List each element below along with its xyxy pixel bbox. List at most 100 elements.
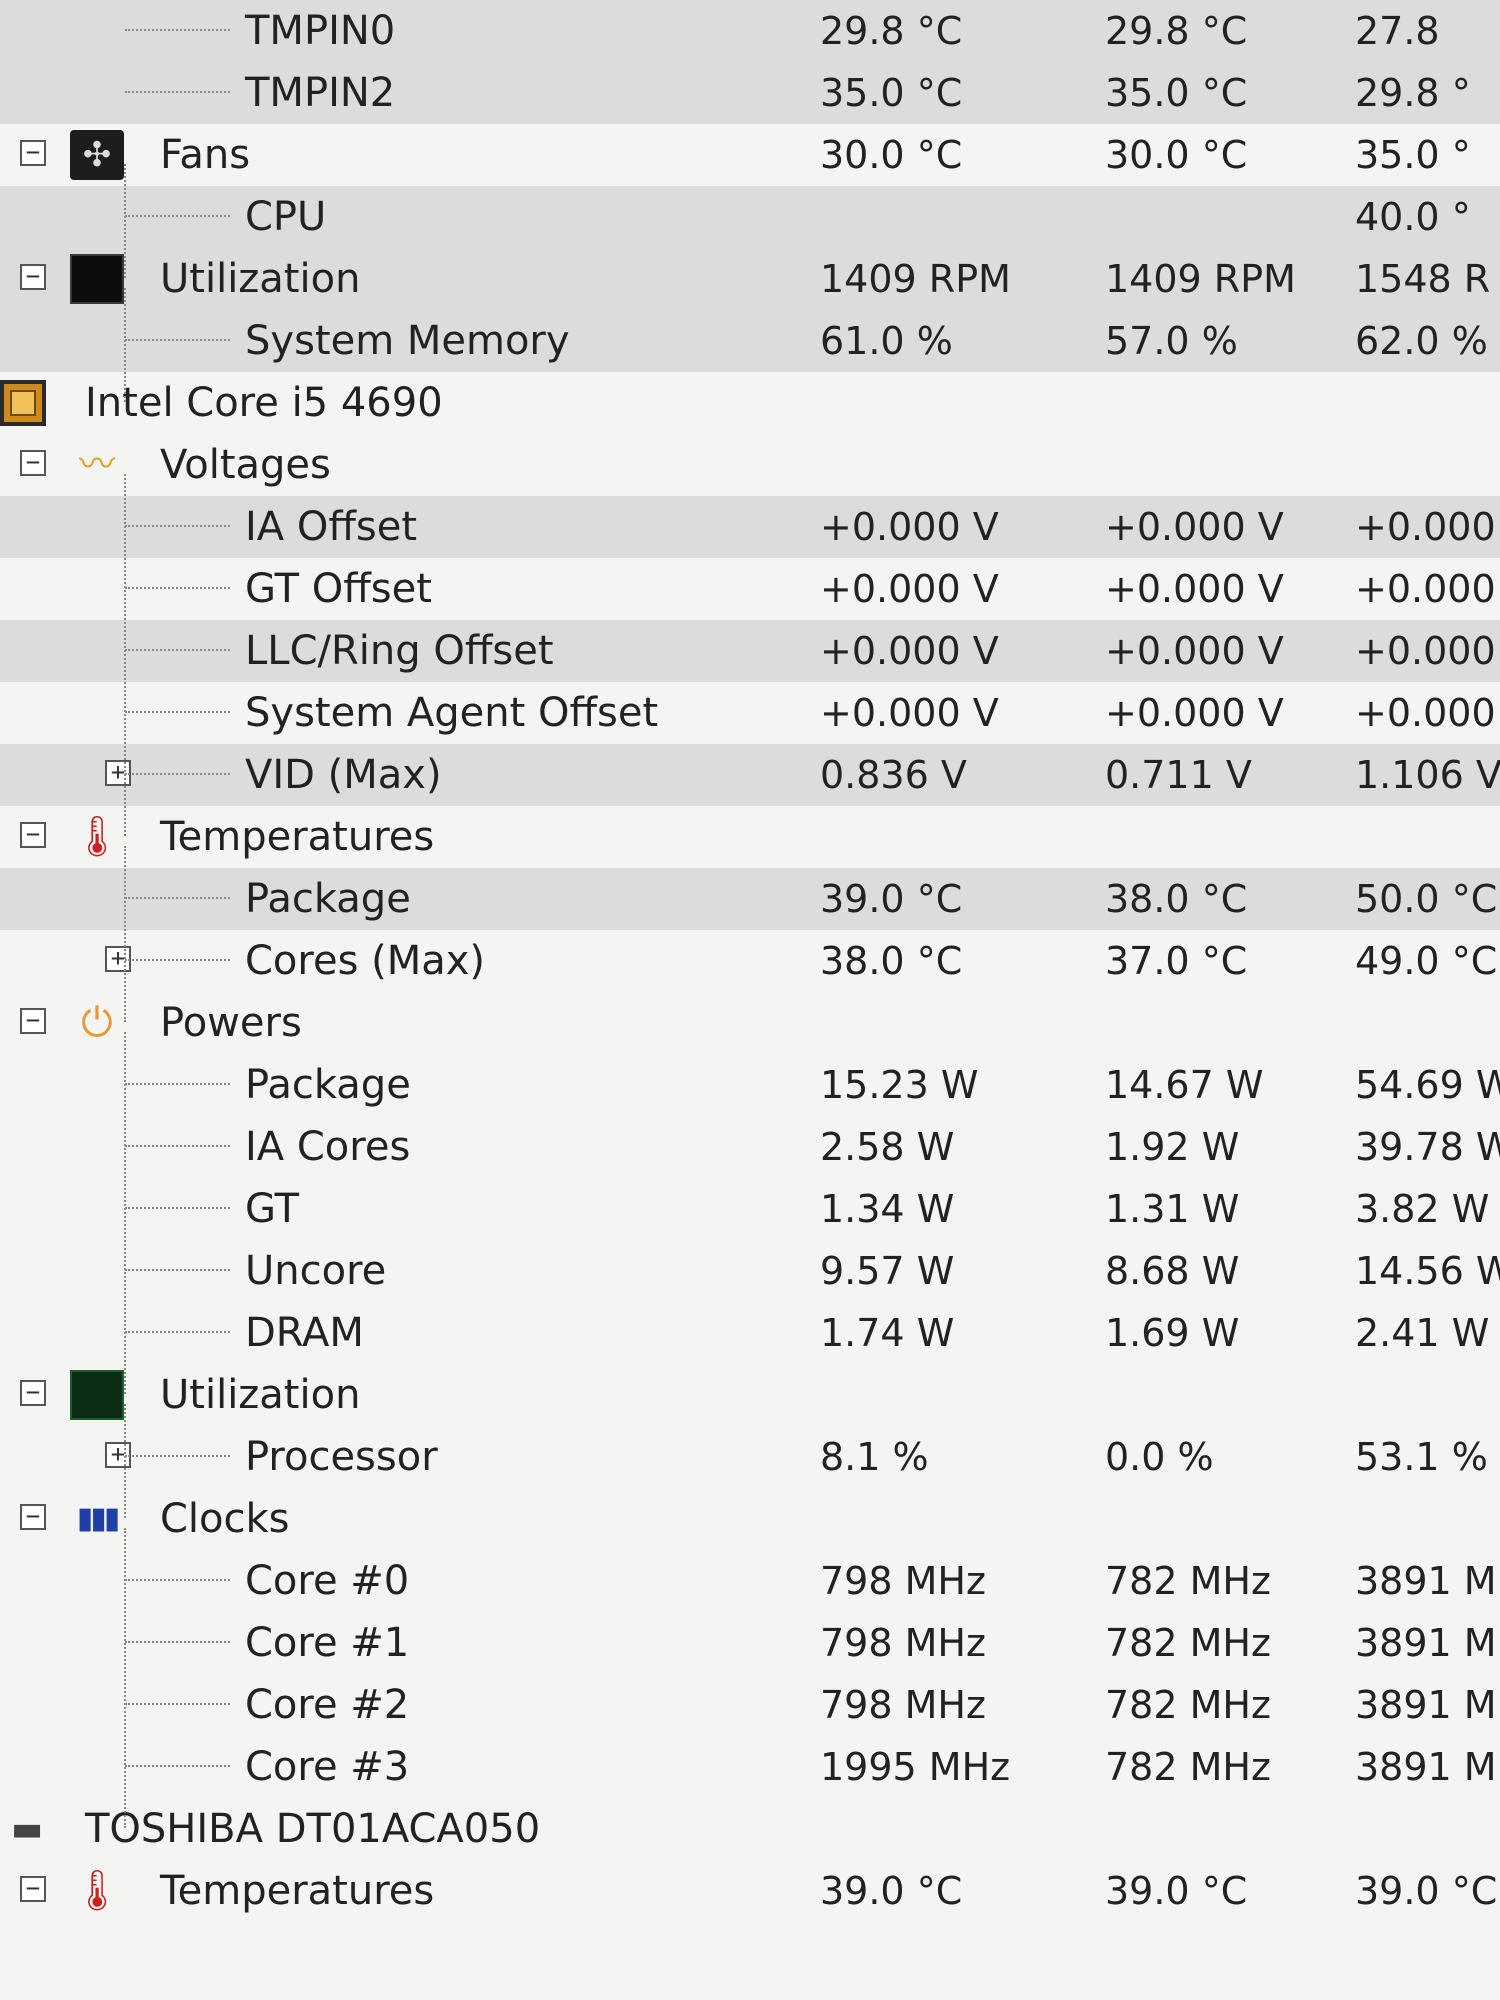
min-value: +0.000 V: [1105, 691, 1284, 735]
collapse-button[interactable]: −: [20, 1876, 46, 1902]
sensor-label: DRAM: [245, 1310, 364, 1356]
voltage-icon-glyph: 〰: [78, 444, 115, 485]
sensor-row[interactable]: IA Offset +0.000 V +0.000 V +0.000 V: [0, 496, 1500, 558]
sensor-row[interactable]: − Utilization: [0, 1364, 1500, 1426]
sensor-row[interactable]: GT 1.34 W 1.31 W 3.82 W: [0, 1178, 1500, 1240]
sensor-label: Cores (Max): [245, 938, 486, 984]
sensor-label: Uncore: [245, 1248, 387, 1294]
clock-icon: ▮▮▮: [70, 1494, 124, 1544]
sensor-label: Clocks: [160, 1496, 290, 1542]
sensor-row[interactable]: IA Cores 2.58 W 1.92 W 39.78 W: [0, 1116, 1500, 1178]
tree-connector: [125, 959, 230, 961]
sensor-label: Powers: [160, 1000, 302, 1046]
sensor-label: Package: [245, 1062, 411, 1108]
sensor-row[interactable]: + Cores (Max) 38.0 °C 37.0 °C 49.0 °C: [0, 930, 1500, 992]
sensor-label: Temperatures: [160, 814, 435, 860]
sensor-row[interactable]: Core #3 1995 MHz 782 MHz 3891 MHz: [0, 1736, 1500, 1798]
sensor-label: IA Cores: [245, 1124, 411, 1170]
min-value: 1.92 W: [1105, 1125, 1240, 1169]
collapse-button[interactable]: −: [20, 264, 46, 290]
current-value: 35.0 °C: [820, 71, 963, 115]
sensor-row[interactable]: − ▮▮▮ Clocks: [0, 1488, 1500, 1550]
sensor-row[interactable]: Core #2 798 MHz 782 MHz 3891 MHz: [0, 1674, 1500, 1736]
collapse-button[interactable]: −: [20, 1008, 46, 1034]
sensor-row[interactable]: Package 39.0 °C 38.0 °C 50.0 °C: [0, 868, 1500, 930]
sensor-label: System Agent Offset: [245, 690, 659, 736]
current-value: 798 MHz: [820, 1683, 986, 1727]
max-value: 3.82 W: [1355, 1187, 1490, 1231]
min-value: 0.711 V: [1105, 753, 1252, 797]
max-value: 54.69 W: [1355, 1063, 1500, 1107]
sensor-row[interactable]: TMPIN0 29.8 °C 29.8 °C 27.8: [0, 0, 1500, 62]
collapse-button[interactable]: −: [20, 140, 46, 166]
min-value: 1409 RPM: [1105, 257, 1296, 301]
sensor-row[interactable]: System Memory 61.0 % 57.0 % 62.0 %: [0, 310, 1500, 372]
min-value: 782 MHz: [1105, 1559, 1271, 1603]
min-value: 35.0 °C: [1105, 71, 1248, 115]
sensor-row[interactable]: − ⏻ Powers: [0, 992, 1500, 1054]
min-value: 38.0 °C: [1105, 877, 1248, 921]
sensor-row[interactable]: + Processor 8.1 % 0.0 % 53.1 %: [0, 1426, 1500, 1488]
sensor-label: Fans: [160, 132, 251, 178]
collapse-button[interactable]: −: [20, 1504, 46, 1530]
tree-connector: [125, 1579, 230, 1581]
sensor-label: GT: [245, 1186, 300, 1232]
sensor-row[interactable]: − 🌡 Temperatures: [0, 806, 1500, 868]
sensor-row[interactable]: LLC/Ring Offset +0.000 V +0.000 V +0.000 V: [0, 620, 1500, 682]
power-icon: ⏻: [70, 998, 124, 1048]
sensor-label: GT Offset: [245, 566, 432, 612]
min-value: 30.0 °C: [1105, 133, 1248, 177]
sensor-label: IA Offset: [245, 504, 418, 550]
sensor-row[interactable]: − 〰 Voltages: [0, 434, 1500, 496]
sensor-row[interactable]: ▬ TOSHIBA DT01ACA050: [0, 1798, 1500, 1860]
max-value: 49.0 °C: [1355, 939, 1498, 983]
cpu-chip-icon: [0, 380, 46, 426]
sensor-label: System Memory: [245, 318, 570, 364]
tree-guide: [124, 164, 126, 278]
max-value: 35.0 °: [1355, 133, 1471, 177]
tree-connector: [125, 1331, 230, 1333]
collapse-button[interactable]: −: [20, 450, 46, 476]
max-value: 62.0 %: [1355, 319, 1488, 363]
sensor-row[interactable]: Package 15.23 W 14.67 W 54.69 W: [0, 1054, 1500, 1116]
sensor-label: Intel Core i5 4690: [85, 380, 443, 426]
sensor-row[interactable]: System Agent Offset +0.000 V +0.000 V +0.00…: [0, 682, 1500, 744]
tree-connector: [125, 1145, 230, 1147]
tree-guide: [124, 1032, 126, 1394]
sensor-row[interactable]: Uncore 9.57 W 8.68 W 14.56 W: [0, 1240, 1500, 1302]
sensor-row[interactable]: CPU 40.0 °: [0, 186, 1500, 248]
sensor-row[interactable]: Core #1 798 MHz 782 MHz 3891 MHz: [0, 1612, 1500, 1674]
sensor-row[interactable]: DRAM 1.74 W 1.69 W 2.41 W: [0, 1302, 1500, 1364]
max-value: 39.78 W: [1355, 1125, 1500, 1169]
collapse-button[interactable]: −: [20, 1380, 46, 1406]
current-value: 1995 MHz: [820, 1745, 1011, 1789]
sensor-label: Voltages: [160, 442, 331, 488]
tree-connector: [125, 525, 230, 527]
min-value: 0.0 %: [1105, 1435, 1214, 1479]
sensor-row[interactable]: TMPIN2 35.0 °C 35.0 °C 29.8 °: [0, 62, 1500, 124]
tree-connector: [125, 1641, 230, 1643]
max-value: 1548 R: [1355, 257, 1491, 301]
max-value: +0.000 V: [1355, 691, 1500, 735]
power-icon-glyph: ⏻: [81, 1000, 113, 1046]
collapse-button[interactable]: −: [20, 822, 46, 848]
sensor-row[interactable]: GT Offset +0.000 V +0.000 V +0.000 V: [0, 558, 1500, 620]
sensor-row[interactable]: Intel Core i5 4690: [0, 372, 1500, 434]
tree-connector: [125, 29, 230, 31]
sensor-row[interactable]: − 🌡 Temperatures 39.0 °C 39.0 °C 39.0 °C: [0, 1860, 1500, 1922]
sensor-row[interactable]: + VID (Max) 0.836 V 0.711 V 1.106 V: [0, 744, 1500, 806]
sensor-row[interactable]: − Utilization 1409 RPM 1409 RPM 1548 R: [0, 248, 1500, 310]
tree-connector: [125, 1083, 230, 1085]
max-value: 3891 MHz: [1355, 1621, 1500, 1665]
min-value: 782 MHz: [1105, 1745, 1271, 1789]
tree-connector: [125, 773, 230, 775]
utilization-icon: [70, 254, 124, 304]
max-value: +0.000 V: [1355, 629, 1500, 673]
sensor-label: Utilization: [160, 256, 361, 302]
sensor-row[interactable]: Core #0 798 MHz 782 MHz 3891 MHz: [0, 1550, 1500, 1612]
max-value: 27.8: [1355, 9, 1440, 53]
min-value: +0.000 V: [1105, 629, 1284, 673]
tree-connector: [125, 897, 230, 899]
tree-guide: [124, 1404, 126, 1518]
sensor-row[interactable]: − ✣ Fans 30.0 °C 30.0 °C 35.0 °: [0, 124, 1500, 186]
